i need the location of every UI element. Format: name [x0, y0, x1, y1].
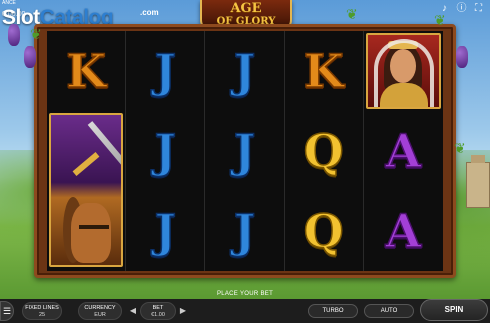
- reel-5-cell-1: [364, 31, 443, 111]
- queen-symbol: [365, 33, 441, 109]
- reel-3-cell-3: J: [205, 191, 283, 271]
- reel-4-cell-1: K: [285, 31, 363, 111]
- sword-icon: [87, 121, 122, 179]
- reel-2-cell-1: J: [126, 31, 204, 111]
- reel-2-cell-3: J: [126, 191, 204, 271]
- reel-1-cell-2: [47, 111, 125, 267]
- symbol-j: J: [154, 204, 177, 258]
- currency-value: EUR: [94, 312, 106, 318]
- fullscreen-icon[interactable]: ⛶: [473, 3, 484, 14]
- fixed-lines-label: FIXED LINES: [25, 305, 59, 311]
- bet-label: BET: [152, 305, 164, 311]
- spin-button[interactable]: SPIN: [420, 299, 488, 321]
- info-icon[interactable]: ⓘ: [456, 3, 467, 14]
- bet-decrease-icon[interactable]: ◀: [128, 306, 138, 316]
- bet-increase-icon[interactable]: ▶: [178, 306, 188, 316]
- logo-suffix: .com: [140, 8, 159, 17]
- symbol-k: K: [303, 44, 344, 98]
- bet-value: €1.00: [151, 312, 165, 318]
- currency-selector[interactable]: CURRENCY EUR: [78, 302, 122, 320]
- place-your-bet-text: PLACE YOUR BET: [216, 291, 274, 297]
- reel-4: K Q Q: [285, 31, 364, 271]
- game-title-line1: AGE: [230, 1, 262, 16]
- reel-2: J J J: [126, 31, 206, 271]
- fixed-lines-value: 25: [38, 312, 46, 318]
- bottom-control-bar: [0, 299, 490, 323]
- grape-icon: [24, 46, 36, 68]
- reel-4-cell-2: Q: [285, 111, 363, 191]
- reel-grid: K J J J J J J K Q Q A A: [47, 31, 443, 271]
- fixed-lines-display: FIXED LINES 25: [22, 302, 62, 320]
- reel-3-cell-1: J: [205, 31, 283, 111]
- vine-leaf-icon: ❦: [346, 6, 358, 22]
- reel-5: A A: [364, 31, 443, 271]
- symbol-k: K: [65, 44, 107, 98]
- symbol-j: J: [233, 124, 256, 178]
- reel-3: J J J: [205, 31, 285, 271]
- symbol-j: J: [154, 44, 177, 98]
- symbol-q: Q: [303, 124, 345, 178]
- vine-leaf-icon: ❦: [434, 12, 446, 28]
- reel-5-cell-3: A: [364, 191, 443, 271]
- vine-leaf-icon: ❦: [30, 26, 42, 42]
- symbol-a: A: [385, 124, 422, 178]
- bet-display: BET €1.00: [140, 302, 176, 320]
- queen-veil: [373, 39, 434, 107]
- grape-icon: [456, 46, 468, 68]
- vine-leaf-icon: ❦: [454, 140, 466, 156]
- symbol-j: J: [233, 204, 256, 258]
- currency-label: CURRENCY: [84, 305, 116, 311]
- reel-1-cell-3: [47, 191, 125, 271]
- symbol-a: A: [385, 204, 422, 258]
- reel-5-cell-2: A: [364, 111, 443, 191]
- reel-4-cell-3: Q: [285, 191, 363, 271]
- reel-1: K: [47, 31, 127, 271]
- symbol-j: J: [233, 44, 256, 98]
- auto-button[interactable]: AUTO: [364, 304, 414, 318]
- reel-2-cell-2: J: [126, 111, 204, 191]
- turbo-button[interactable]: TURBO: [308, 304, 358, 318]
- symbol-q: Q: [303, 204, 345, 258]
- symbol-j: J: [154, 124, 177, 178]
- background-castle: [466, 155, 490, 208]
- reel-1-cell-1: K: [47, 31, 125, 111]
- top-icons: ♪ ⓘ ⛶: [439, 3, 484, 14]
- sword-hilt: [72, 152, 100, 176]
- reel-3-cell-2: J: [205, 111, 283, 191]
- grape-icon: [8, 24, 20, 46]
